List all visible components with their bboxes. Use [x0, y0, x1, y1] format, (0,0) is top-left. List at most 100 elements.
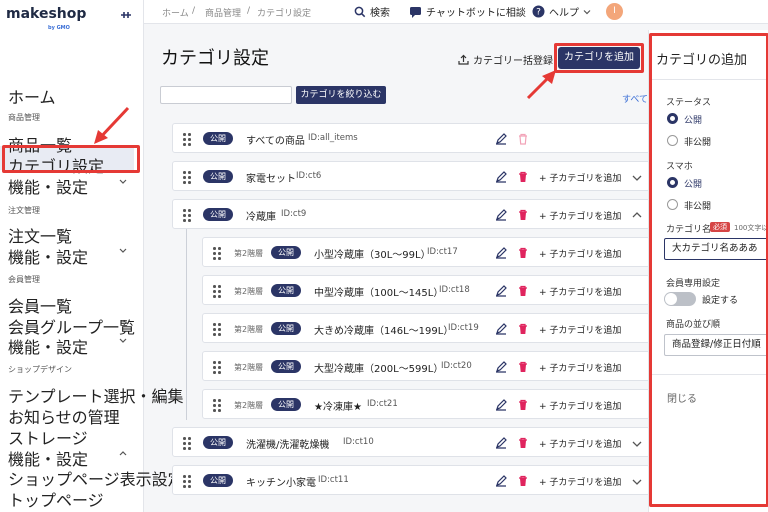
category-id: ID:all_items [308, 133, 358, 143]
sidebar-collapse-icon[interactable] [118, 7, 134, 23]
category-row[interactable]: 第2階層 公開 大型冷蔵庫（200L〜599L） ID:ct20 + 子カテゴリ… [202, 351, 650, 381]
add-child-category-button[interactable]: + 子カテゴリを追加 [539, 171, 621, 184]
drag-handle-icon[interactable] [183, 171, 191, 184]
breadcrumb-home[interactable]: ホーム [162, 6, 189, 19]
add-child-category-button[interactable]: + 子カテゴリを追加 [539, 361, 621, 374]
edit-icon[interactable] [495, 323, 507, 335]
edit-icon[interactable] [495, 209, 507, 221]
drag-handle-icon[interactable] [183, 133, 191, 146]
edit-icon[interactable] [495, 133, 507, 145]
edit-icon[interactable] [495, 285, 507, 297]
chatbot-button[interactable]: チャットボットに相談 [409, 4, 526, 19]
sidebar-item-order-functions[interactable]: 機能・設定 [8, 244, 88, 268]
add-child-category-button[interactable]: + 子カテゴリを追加 [539, 399, 621, 412]
add-child-category-button[interactable]: + 子カテゴリを追加 [539, 323, 621, 336]
chevron-down-icon[interactable] [118, 246, 128, 256]
sidebar-item-top-page[interactable]: トップページ [8, 487, 104, 511]
category-row[interactable]: 第2階層 公開 大きめ冷蔵庫（146L〜199L） ID:ct19 + 子カテゴ… [202, 313, 650, 343]
drag-handle-icon[interactable] [183, 437, 191, 450]
category-name: すべての商品 [246, 136, 305, 147]
help-button[interactable]: ? ヘルプ [532, 4, 591, 19]
highlight-box-add-button [554, 43, 644, 73]
category-id: ID:ct9 [281, 209, 307, 219]
tree-connector [186, 228, 187, 420]
chevron-down-icon[interactable] [118, 177, 128, 187]
add-child-category-button[interactable]: + 子カテゴリを追加 [539, 209, 621, 222]
chevron-down-icon[interactable] [631, 476, 643, 488]
red-arrow-icon [94, 106, 130, 144]
chevron-down-icon[interactable] [118, 336, 128, 346]
edit-icon[interactable] [495, 361, 507, 373]
category-row[interactable]: 公開 冷蔵庫 ID:ct9 + 子カテゴリを追加 [172, 199, 650, 229]
breadcrumb-product[interactable]: 商品管理 [205, 6, 241, 19]
sidebar-item-product-functions[interactable]: 機能・設定 [8, 174, 88, 198]
delete-icon[interactable] [517, 247, 529, 259]
category-name: 小型冷蔵庫（30L〜99L） [314, 250, 431, 261]
gmo-logo: by GMO [48, 25, 70, 31]
sidebar-item-member-functions[interactable]: 機能・設定 [8, 334, 88, 358]
category-row[interactable]: 公開 洗濯機/洗濯乾燥機 ID:ct10 + 子カテゴリを追加 [172, 427, 650, 457]
delete-icon[interactable] [517, 361, 529, 373]
drag-handle-icon[interactable] [213, 247, 221, 260]
chevron-down-icon [583, 9, 591, 14]
chevron-up-icon[interactable] [118, 448, 128, 458]
chevron-down-icon[interactable] [631, 438, 643, 450]
add-child-category-button[interactable]: + 子カテゴリを追加 [539, 475, 621, 488]
category-row[interactable]: 公開 家電セット ID:ct6 + 子カテゴリを追加 [172, 161, 650, 191]
drag-handle-icon[interactable] [183, 475, 191, 488]
delete-icon[interactable] [517, 285, 529, 297]
drag-handle-icon[interactable] [213, 285, 221, 298]
edit-icon[interactable] [495, 247, 507, 259]
drag-handle-icon[interactable] [213, 323, 221, 336]
breadcrumb-current: カテゴリ設定 [257, 9, 312, 19]
edit-icon[interactable] [495, 171, 507, 183]
sidebar: makeshop by GMO ホーム 商品管理 商品一覧 カテゴリ設定 機能・… [0, 0, 184, 512]
delete-icon[interactable] [517, 323, 529, 335]
delete-icon[interactable] [517, 209, 529, 221]
delete-icon[interactable] [517, 171, 529, 183]
category-row[interactable]: 公開 すべての商品 ID:all_items [172, 123, 650, 153]
chevron-down-icon[interactable] [631, 172, 643, 184]
category-row[interactable]: 第2階層 公開 中型冷蔵庫（100L〜145L） ID:ct18 + 子カテゴリ… [202, 275, 650, 305]
user-avatar[interactable]: I [606, 3, 623, 20]
category-name: 大型冷蔵庫（200L〜599L） [314, 364, 444, 375]
status-badge: 公開 [271, 322, 301, 335]
page-title: カテゴリ設定 [161, 48, 269, 69]
drag-handle-icon[interactable] [213, 361, 221, 374]
level-label: 第2階層 [234, 363, 264, 372]
sidebar-section-order: 注文管理 [8, 206, 40, 215]
sidebar-item-home[interactable]: ホーム [8, 84, 56, 108]
add-child-category-button[interactable]: + 子カテゴリを追加 [539, 247, 621, 260]
category-row[interactable]: 第2階層 公開 ★冷凍庫★ ID:ct21 + 子カテゴリを追加 [202, 389, 650, 419]
bulk-register-button[interactable]: カテゴリー括登録 [458, 52, 553, 67]
category-id: ID:ct10 [343, 437, 374, 447]
delete-icon[interactable] [517, 475, 529, 487]
add-child-category-button[interactable]: + 子カテゴリを追加 [539, 285, 621, 298]
top-bar: ホーム / 商品管理 / カテゴリ設定 検索 チャットボットに相談 ? ヘルプ … [144, 0, 768, 24]
edit-icon[interactable] [495, 437, 507, 449]
category-name: 中型冷蔵庫（100L〜145L） [314, 288, 444, 299]
status-badge: 公開 [271, 360, 301, 373]
edit-icon[interactable] [495, 399, 507, 411]
filter-categories-button[interactable]: カテゴリを絞り込む [296, 86, 386, 104]
add-child-category-button[interactable]: + 子カテゴリを追加 [539, 437, 621, 450]
category-name: 家電セット [246, 174, 296, 185]
upload-icon [458, 54, 469, 65]
delete-icon[interactable] [517, 399, 529, 411]
chevron-up-icon[interactable] [631, 209, 643, 221]
category-id: ID:ct19 [448, 323, 479, 333]
delete-icon[interactable] [517, 437, 529, 449]
edit-icon[interactable] [495, 475, 507, 487]
category-row[interactable]: 公開 キッチン小家電 ID:ct11 + 子カテゴリを追加 [172, 465, 650, 495]
search-button[interactable]: 検索 [354, 4, 390, 19]
level-label: 第2階層 [234, 249, 264, 258]
level-label: 第2階層 [234, 287, 264, 296]
category-filter-input[interactable] [160, 86, 292, 104]
drag-handle-icon[interactable] [213, 399, 221, 412]
highlight-box-sidebar [2, 145, 140, 173]
category-row[interactable]: 第2階層 公開 小型冷蔵庫（30L〜99L） ID:ct17 + 子カテゴリを追… [202, 237, 650, 267]
drag-handle-icon[interactable] [183, 209, 191, 222]
chatbot-label: チャットボットに相談 [426, 8, 526, 19]
status-badge: 公開 [271, 398, 301, 411]
makeshop-logo[interactable]: makeshop [6, 6, 86, 22]
